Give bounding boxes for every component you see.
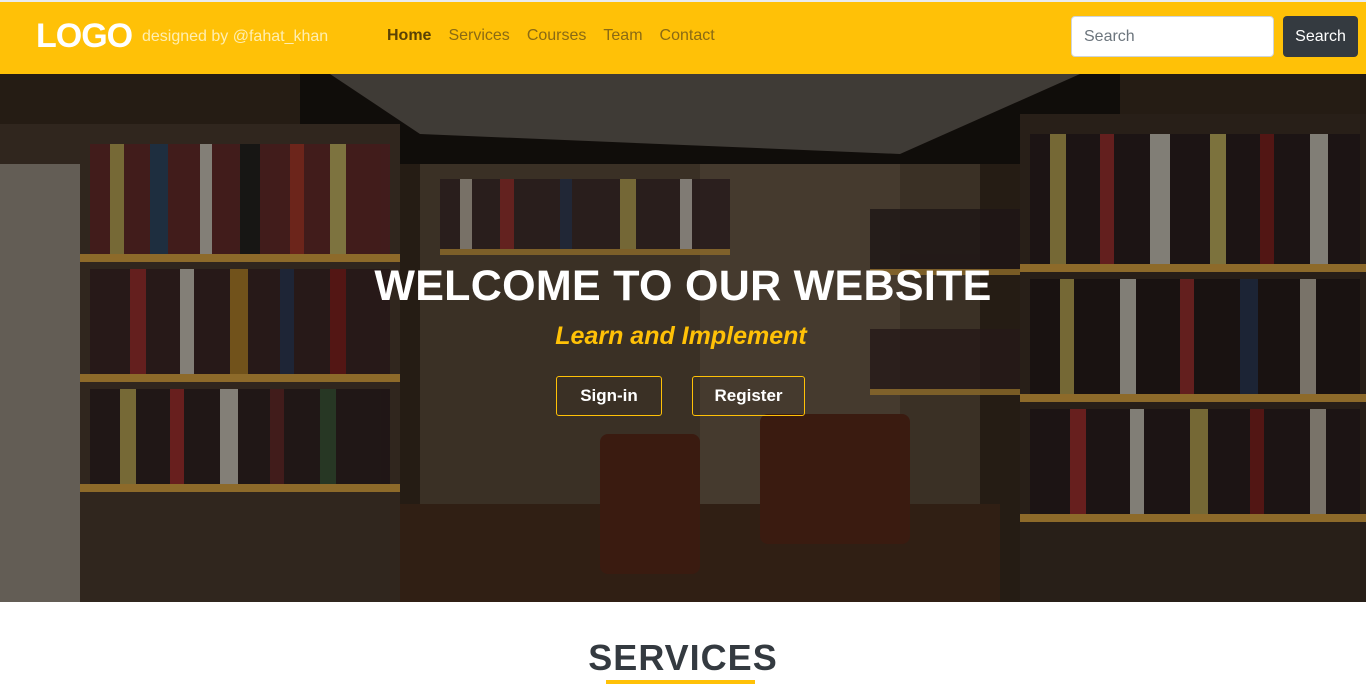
search-button[interactable]: Search (1283, 16, 1358, 57)
register-button[interactable]: Register (692, 376, 805, 416)
nav-link-contact[interactable]: Contact (660, 27, 715, 45)
search-input[interactable] (1071, 16, 1274, 57)
signin-button[interactable]: Sign-in (556, 376, 662, 416)
nav-link-courses[interactable]: Courses (527, 27, 587, 45)
nav-link-home[interactable]: Home (387, 27, 431, 45)
services-heading-underline (606, 680, 755, 684)
hero-title: WELCOME TO OUR WEBSITE (374, 262, 992, 310)
navbar: LOGO designed by @fahat_khan Home Servic… (0, 0, 1366, 74)
hero-subtitle: Learn and Implement (555, 322, 807, 350)
services-heading: SERVICES (588, 637, 778, 678)
designer-credit: designed by @fahat_khan (142, 28, 329, 45)
nav-link-services[interactable]: Services (448, 27, 509, 45)
logo[interactable]: LOGO (36, 17, 133, 56)
nav-links: Home Services Courses Team Contact (387, 27, 732, 45)
nav-link-team[interactable]: Team (603, 27, 642, 45)
hero-section: WELCOME TO OUR WEBSITE Learn and Impleme… (0, 74, 1366, 602)
